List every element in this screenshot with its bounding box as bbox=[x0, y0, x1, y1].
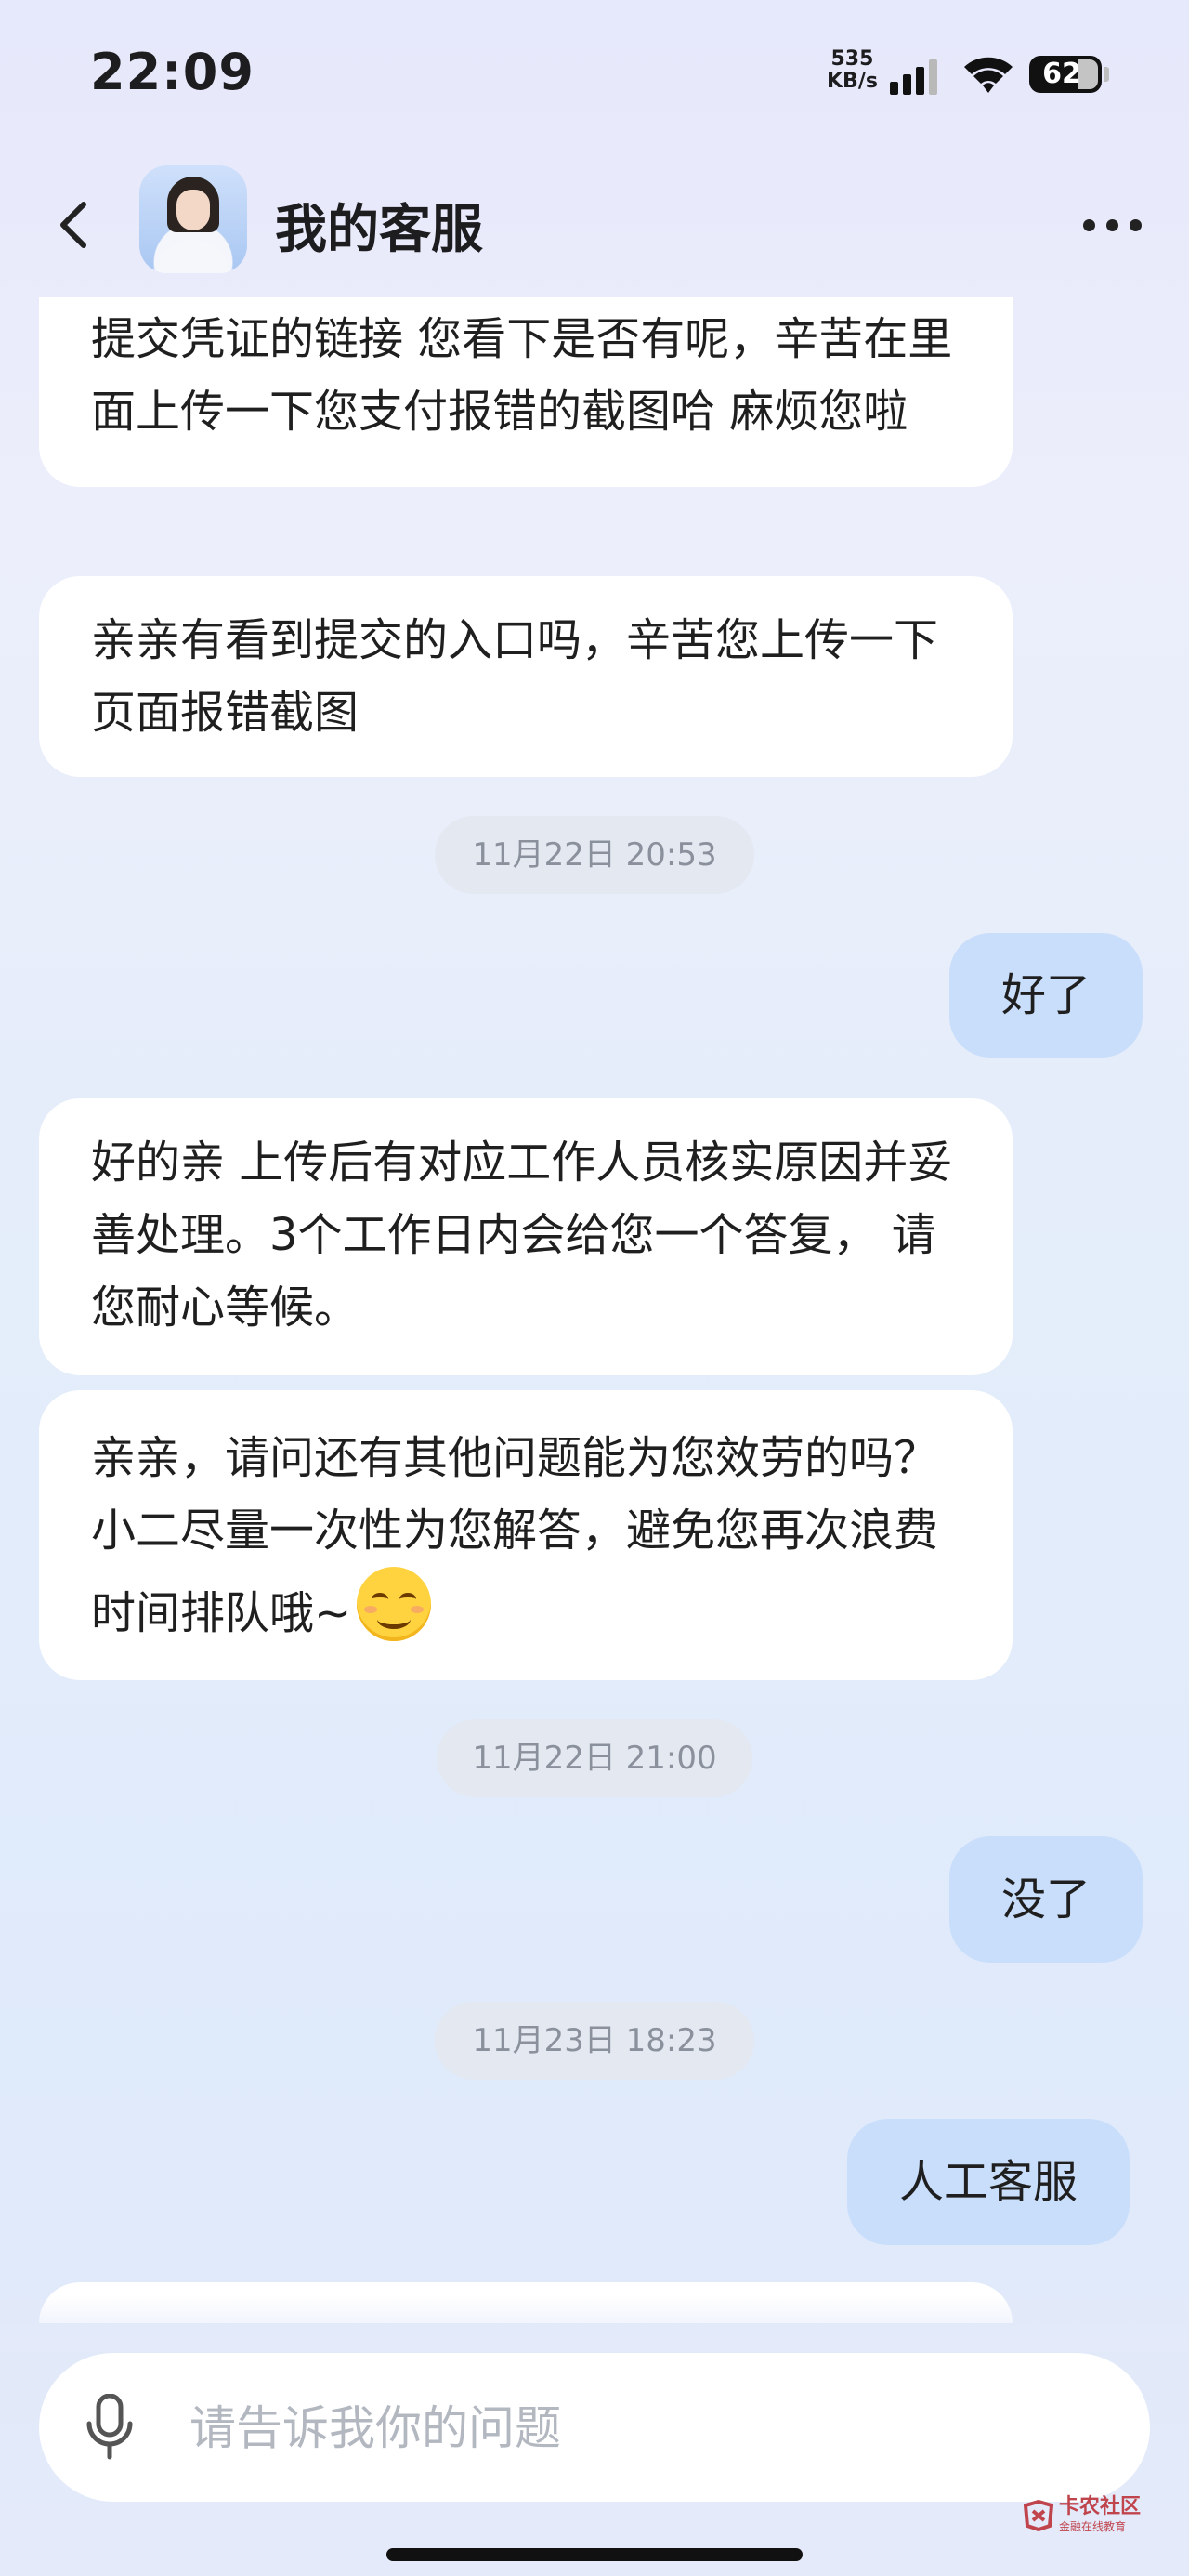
message-bubble-user: 没了 bbox=[949, 1836, 1143, 1963]
network-speed-value: 535 bbox=[830, 47, 874, 71]
message-bubble-agent: 提交凭证的链接 您看下是否有呢，辛苦在里面上传一下您支付报错的截图哈 麻烦您啦 bbox=[39, 297, 1013, 487]
message-input-bar bbox=[39, 2353, 1150, 2502]
network-speed: 535 KB/s bbox=[827, 48, 878, 93]
message-bubble-agent: 亲亲，请问还有其他问题能为您效劳的吗？小二尽量一次性为您解答，避免您再次浪费时间… bbox=[39, 1390, 1013, 1680]
battery-tip bbox=[1104, 67, 1109, 82]
message-text: 好了 bbox=[1001, 969, 1091, 1021]
message-bubble-user: 好了 bbox=[949, 933, 1143, 1058]
network-speed-unit: KB/s bbox=[827, 70, 878, 93]
avatar[interactable] bbox=[139, 165, 247, 273]
cellular-signal-icon bbox=[890, 58, 946, 95]
timestamp: 11月22日 20:53 bbox=[435, 816, 754, 894]
microphone-icon[interactable] bbox=[84, 2394, 136, 2461]
message-input[interactable] bbox=[188, 2390, 1027, 2466]
chat-header: 我的客服 bbox=[0, 149, 1189, 297]
message-text: 提交凭证的链接 您看下是否有呢，辛苦在里面上传一下您支付报错的截图哈 麻烦您啦 bbox=[91, 313, 953, 438]
more-dots-icon[interactable] bbox=[1083, 219, 1143, 232]
wifi-icon bbox=[964, 57, 1013, 93]
chat-fade bbox=[0, 2295, 1189, 2351]
message-bubble-agent: 好的亲 上传后有对应工作人员核实原因并妥善处理。3个工作日内会给您一个答复， 请… bbox=[39, 1098, 1013, 1375]
watermark: 卡农社区 金融在线教育 bbox=[1022, 2492, 1180, 2539]
watermark-logo-icon bbox=[1023, 2500, 1054, 2531]
message-text: 亲亲有看到提交的入口吗，辛苦您上传一下页面报错截图 bbox=[91, 614, 939, 739]
timestamp: 11月22日 21:00 bbox=[437, 1719, 752, 1797]
status-time: 22:09 bbox=[90, 43, 255, 101]
smiling-face-emoji bbox=[357, 1567, 432, 1641]
chevron-left-icon[interactable] bbox=[48, 197, 104, 253]
message-text: 人工客服 bbox=[899, 2156, 1078, 2208]
watermark-text: 卡农社区 bbox=[1059, 2495, 1142, 2518]
home-indicator[interactable] bbox=[386, 2548, 803, 2561]
message-text: 好的亲 上传后有对应工作人员核实原因并妥善处理。3个工作日内会给您一个答复， 请… bbox=[91, 1137, 953, 1334]
message-bubble-agent: 亲亲有看到提交的入口吗，辛苦您上传一下页面报错截图 bbox=[39, 576, 1013, 777]
battery-icon: 62 bbox=[1029, 56, 1102, 93]
watermark-subtext: 金融在线教育 bbox=[1059, 2520, 1127, 2533]
page-title: 我的客服 bbox=[275, 200, 483, 260]
message-text: 亲亲，请问还有其他问题能为您效劳的吗？小二尽量一次性为您解答，避免您再次浪费时间… bbox=[91, 1432, 939, 1639]
timestamp: 11月23日 18:23 bbox=[435, 2002, 754, 2080]
message-text: 没了 bbox=[1001, 1873, 1091, 1925]
message-bubble-user: 人工客服 bbox=[847, 2119, 1130, 2245]
chat-thread[interactable]: 提交凭证的链接 您看下是否有呢，辛苦在里面上传一下您支付报错的截图哈 麻烦您啦 … bbox=[0, 297, 1189, 2323]
battery-level: 62 bbox=[1042, 58, 1081, 90]
status-bar: 22:09 535 KB/s 62 bbox=[0, 0, 1189, 149]
